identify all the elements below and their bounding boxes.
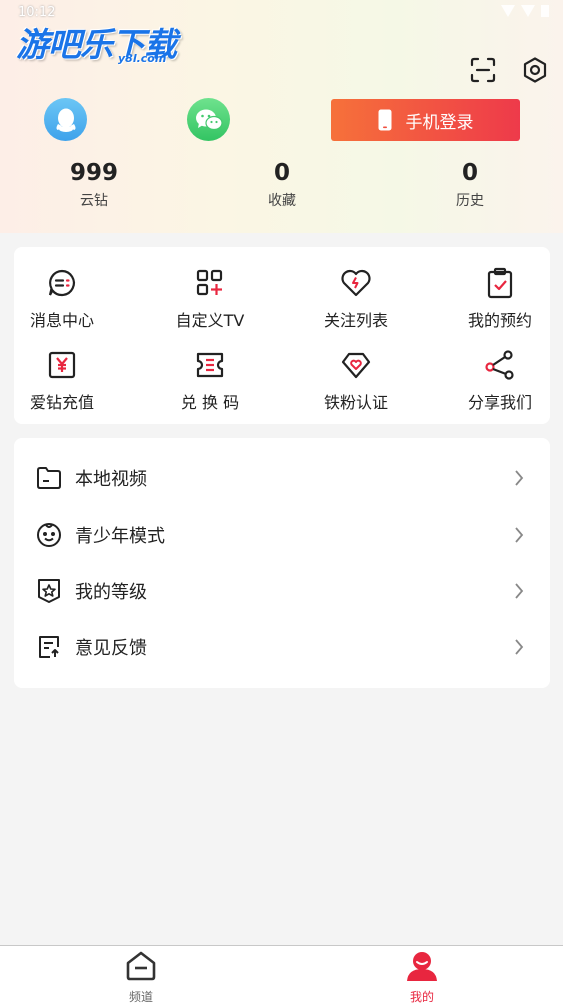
menu-label: 本地视频 [75, 469, 147, 490]
ticket-icon [196, 352, 224, 378]
user-stats: 999 云钻 0 收藏 0 历史 [0, 160, 563, 216]
custom-grid-icon [196, 269, 223, 296]
grid-item-follow-list[interactable]: 关注列表 [296, 267, 416, 337]
grid-label: 铁粉认证 [323, 393, 388, 412]
stat-value: 0 [273, 160, 290, 186]
stat-favorites[interactable]: 0 收藏 [222, 160, 342, 210]
diamond-heart-icon [341, 352, 371, 379]
grid-label: 分享我们 [467, 393, 532, 412]
grid-item-redeem-code[interactable]: 兑 换 码 [150, 349, 270, 419]
grid-item-custom-tv[interactable]: 自定义TV [150, 267, 270, 337]
user-icon [407, 952, 437, 981]
tab-label: 我的 [409, 990, 434, 1004]
menu-label: 青少年模式 [75, 526, 165, 547]
scan-icon[interactable] [469, 56, 497, 84]
tab-label: 频道 [128, 990, 153, 1004]
battery-icon [541, 5, 549, 17]
wechat-icon [195, 109, 223, 130]
tab-channel[interactable]: 频道 [101, 950, 181, 1004]
feedback-icon [39, 636, 59, 658]
stat-value: 0 [461, 160, 478, 186]
level-star-icon [38, 579, 60, 603]
yen-icon [48, 351, 76, 379]
child-face-icon [37, 523, 61, 547]
menu-item-feedback[interactable]: 意见反馈 [14, 619, 550, 675]
system-icons [501, 5, 549, 17]
message-icon [48, 269, 75, 297]
chevron-right-icon [515, 527, 524, 543]
wifi-icon [501, 5, 515, 17]
grid-label: 爱钻充值 [29, 393, 94, 412]
menu-label: 我的等级 [75, 582, 147, 603]
grid-label: 自定义TV [175, 311, 245, 330]
menu-list: 本地视频 青少年模式 我的等级 意见反馈 [14, 438, 550, 688]
settings-icon[interactable] [521, 56, 549, 84]
bottom-navigation: 频道 我的 [0, 945, 563, 1004]
chevron-right-icon [515, 639, 524, 655]
wechat-login-button[interactable] [187, 98, 230, 141]
share-icon [485, 350, 514, 380]
menu-item-teen-mode[interactable]: 青少年模式 [14, 507, 550, 563]
menu-label: 意见反馈 [75, 638, 147, 659]
chevron-right-icon [515, 583, 524, 599]
menu-item-my-level[interactable]: 我的等级 [14, 563, 550, 619]
chevron-right-icon [515, 470, 524, 486]
menu-item-local-video[interactable]: 本地视频 [14, 450, 550, 506]
grid-item-fan-verify[interactable]: 铁粉认证 [296, 349, 416, 419]
grid-label: 我的预约 [467, 311, 532, 330]
grid-item-share[interactable]: 分享我们 [440, 349, 560, 419]
qq-login-button[interactable] [44, 98, 87, 141]
tab-mine[interactable]: 我的 [382, 950, 462, 1004]
clipboard-check-icon [487, 267, 513, 299]
heart-icon [341, 269, 371, 297]
stat-value: 999 [69, 160, 118, 186]
grid-label: 兑 换 码 [180, 393, 240, 412]
stat-yunzuan[interactable]: 999 云钻 [34, 160, 154, 210]
grid-label: 消息中心 [29, 311, 94, 330]
signal-icon [521, 5, 535, 17]
grid-item-messages[interactable]: 消息中心 [2, 267, 122, 337]
qq-icon [56, 108, 75, 132]
grid-label: 关注列表 [323, 311, 388, 330]
phone-login-button[interactable]: 手机登录 [331, 99, 520, 141]
grid-item-reservations[interactable]: 我的预约 [440, 267, 560, 337]
folder-icon [37, 467, 61, 489]
grid-item-recharge[interactable]: 爱钻充值 [2, 349, 122, 419]
stat-label: 云钻 [80, 193, 108, 209]
feature-grid: 消息中心 自定义TV 关注列表 我的预约 爱钻充值 兑 换 码 铁粉认证 分享我… [14, 247, 550, 424]
phone-login-label: 手机登录 [405, 112, 474, 133]
home-icon [126, 951, 156, 981]
stat-label: 历史 [456, 193, 484, 209]
stat-history[interactable]: 0 历史 [410, 160, 530, 210]
phone-icon [378, 109, 391, 131]
app-logo-domain: y8l.com [118, 52, 167, 65]
stat-label: 收藏 [268, 193, 296, 209]
